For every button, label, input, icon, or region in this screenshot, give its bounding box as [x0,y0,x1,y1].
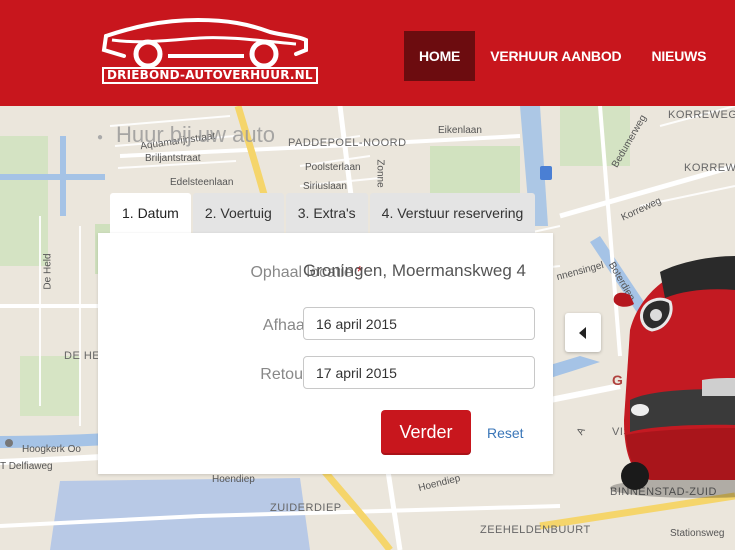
map-label-de-held: De Held [42,253,54,290]
map-label-korreweg-1: KORREWEG [668,109,735,121]
nav-item-pr[interactable]: PR [721,31,735,81]
map-label-siriuslaan: Siriuslaan [303,181,347,192]
map-label-briljant: Briljantstraat [145,153,201,164]
afhaaldatum-input[interactable] [303,307,535,340]
map-poi-icon [5,439,13,447]
bus-stop-icon [540,166,552,180]
pickup-location-value: Groningen, Moermanskweg 4 [303,261,527,280]
map-label-paddepoel: PADDEPOEL-NOORD [288,137,407,149]
main-nav: HOME VERHUUR AANBOD NIEUWS PR [404,31,735,81]
car-image [590,250,735,500]
tab-datum[interactable]: 1. Datum [110,193,191,233]
map-label-edelsteen: Edelsteenlaan [170,177,234,188]
map-label-zeeheldenbuurt: ZEEHELDENBUURT [480,524,591,536]
tab-extras[interactable]: 3. Extra's [285,193,368,233]
map-label-zuiderdiep: ZUIDERDIEP [270,502,342,514]
map-label-hoogkerk: Hoogkerk Oo [22,444,81,455]
hero-title: Huur bij uw auto [116,122,275,147]
map-label-poolster: Poolsterlaan [305,162,361,173]
nav-item-verhuur-aanbod[interactable]: VERHUUR AANBOD [475,31,636,81]
map-label-delfiaweg: T Delfiaweg [0,461,53,472]
car-outline-logo-icon [101,17,308,69]
hero-bullet-icon: ● [97,132,104,143]
verder-button[interactable]: Verder [381,410,471,455]
map-label-hoendiep-1: Hoendiep [212,474,255,485]
chevron-left-icon [579,326,586,339]
map-label-korreweg-2: KORREWEG [684,162,735,174]
tab-voertuig[interactable]: 2. Voertuig [192,193,284,233]
reset-link[interactable]: Reset [487,425,524,441]
nav-item-nieuws[interactable]: NIEUWS [636,31,721,81]
map-label-stationsweg: Stationsweg [670,528,725,539]
booking-form-panel: Ophaal locatie * Groningen, Moermanskweg … [98,233,553,474]
map-label-de-held-caps: DE HE [64,350,101,362]
retourdatum-input[interactable] [303,356,535,389]
booking-tabs: 1. Datum 2. Voertuig 3. Extra's 4. Verst… [110,193,537,233]
site-header: DRIEBOND-AUTOVERHUUR.NL HOME VERHUUR AAN… [0,0,735,106]
logo-text: DRIEBOND-AUTOVERHUUR.NL [102,67,318,84]
nav-item-home[interactable]: HOME [404,31,476,81]
map-label-eikenlaan: Eikenlaan [438,125,482,136]
map-label-zonne: Zonne [374,159,386,188]
tab-verstuur-reservering[interactable]: 4. Verstuur reservering [369,193,536,233]
site-logo[interactable]: DRIEBOND-AUTOVERHUUR.NL [100,14,318,86]
